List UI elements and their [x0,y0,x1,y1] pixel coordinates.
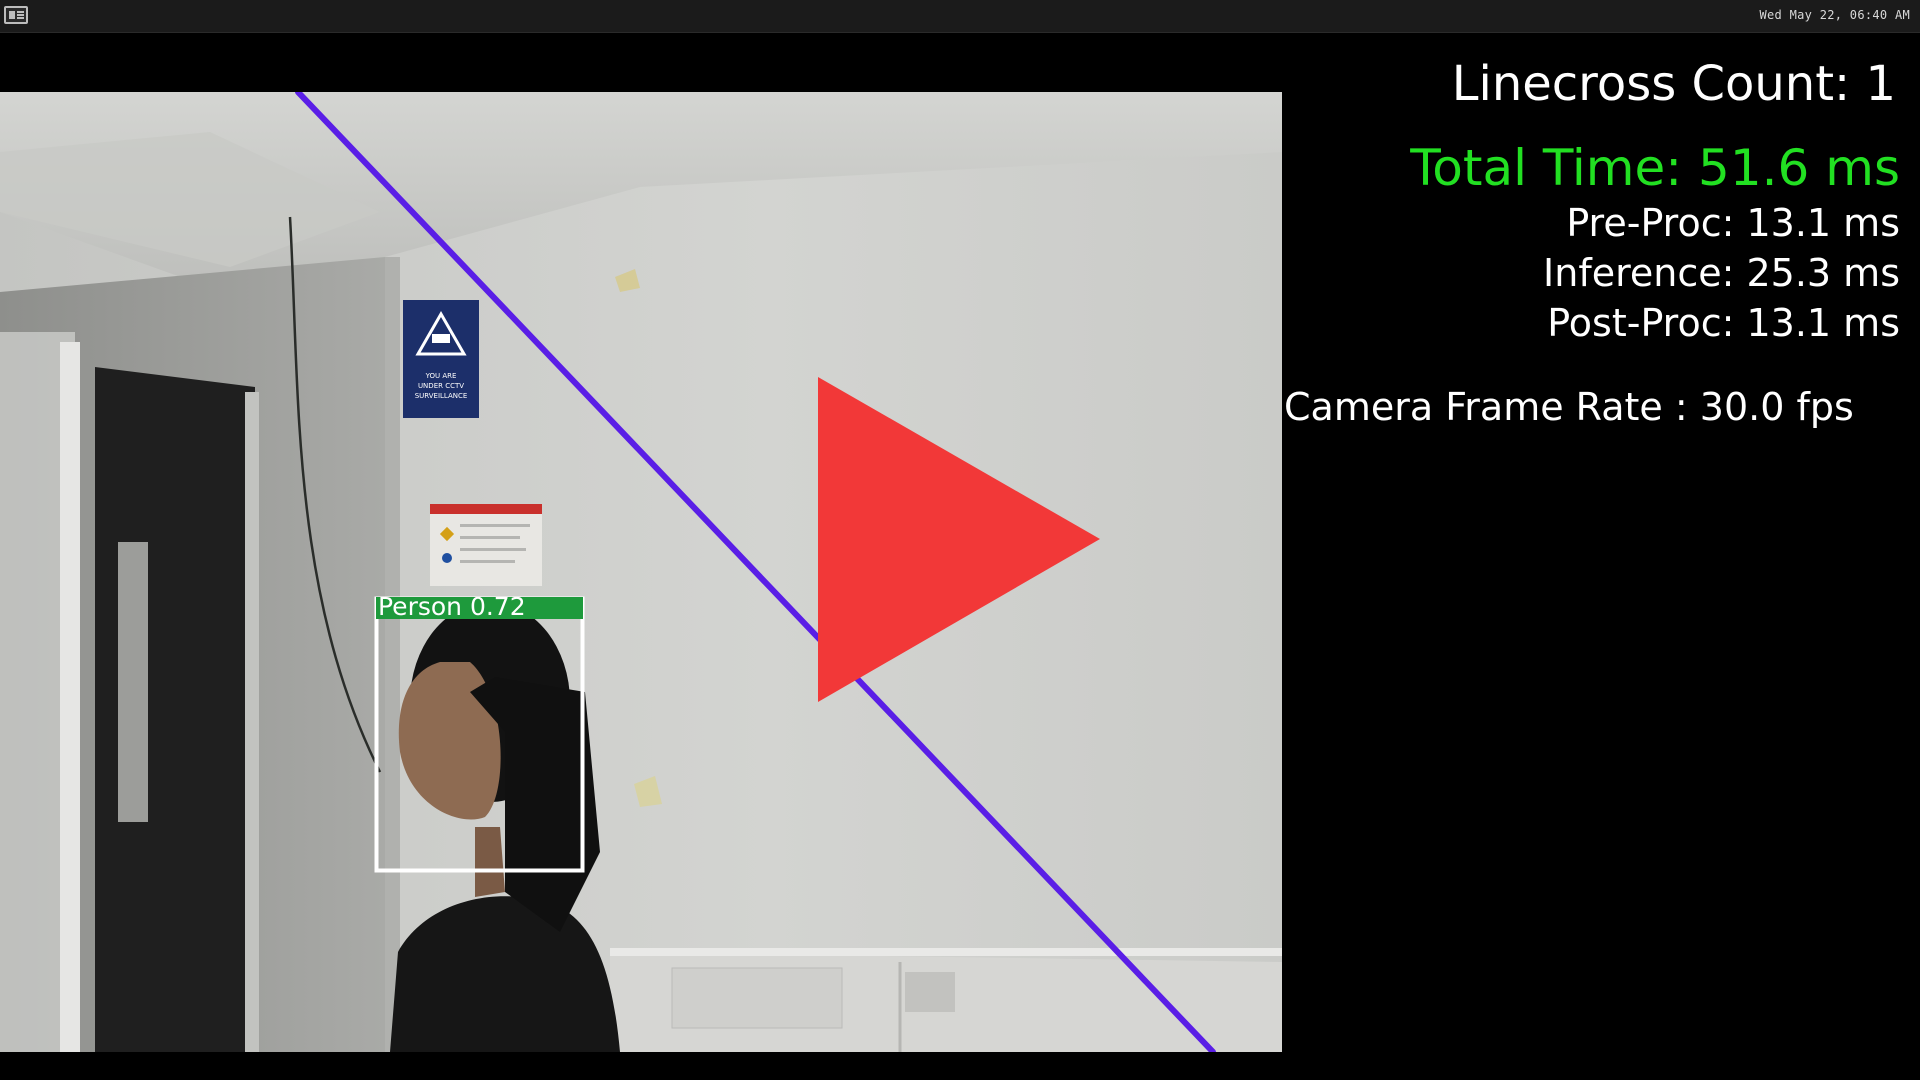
post-proc-time: Post-Proc: 13.1 ms [1547,301,1900,345]
stats-panel: Linecross Count: 1 Total Time: 51.6 ms P… [1280,54,1900,348]
system-clock: Wed May 22, 06:40 AM [1759,8,1910,22]
terminal-window-icon[interactable] [4,6,28,24]
linecross-count: Linecross Count: 1 [1451,56,1896,112]
notice-poster [430,504,542,586]
pre-proc-time: Pre-Proc: 13.1 ms [1566,201,1900,245]
inference-time: Inference: 25.3 ms [1543,251,1900,295]
detection-label: Person 0.72 [378,592,526,621]
top-bar: Wed May 22, 06:40 AM [0,0,1920,33]
cctv-sign-line-1: YOU ARE [425,372,457,380]
camera-frame-rate: Camera Frame Rate : 30.0 fps [1284,385,1854,429]
door-window [118,542,148,822]
camera-feed: YOU ARE UNDER CCTV SURVEILLANCE Person 0… [0,92,1282,1052]
cctv-sign-line-3: SURVEILLANCE [415,392,468,400]
total-time: Total Time: 51.6 ms [1410,139,1900,197]
camera-scene: YOU ARE UNDER CCTV SURVEILLANCE Person 0… [0,92,1282,1052]
cctv-sign: YOU ARE UNDER CCTV SURVEILLANCE [403,300,479,418]
cctv-sign-line-2: UNDER CCTV [418,382,464,390]
